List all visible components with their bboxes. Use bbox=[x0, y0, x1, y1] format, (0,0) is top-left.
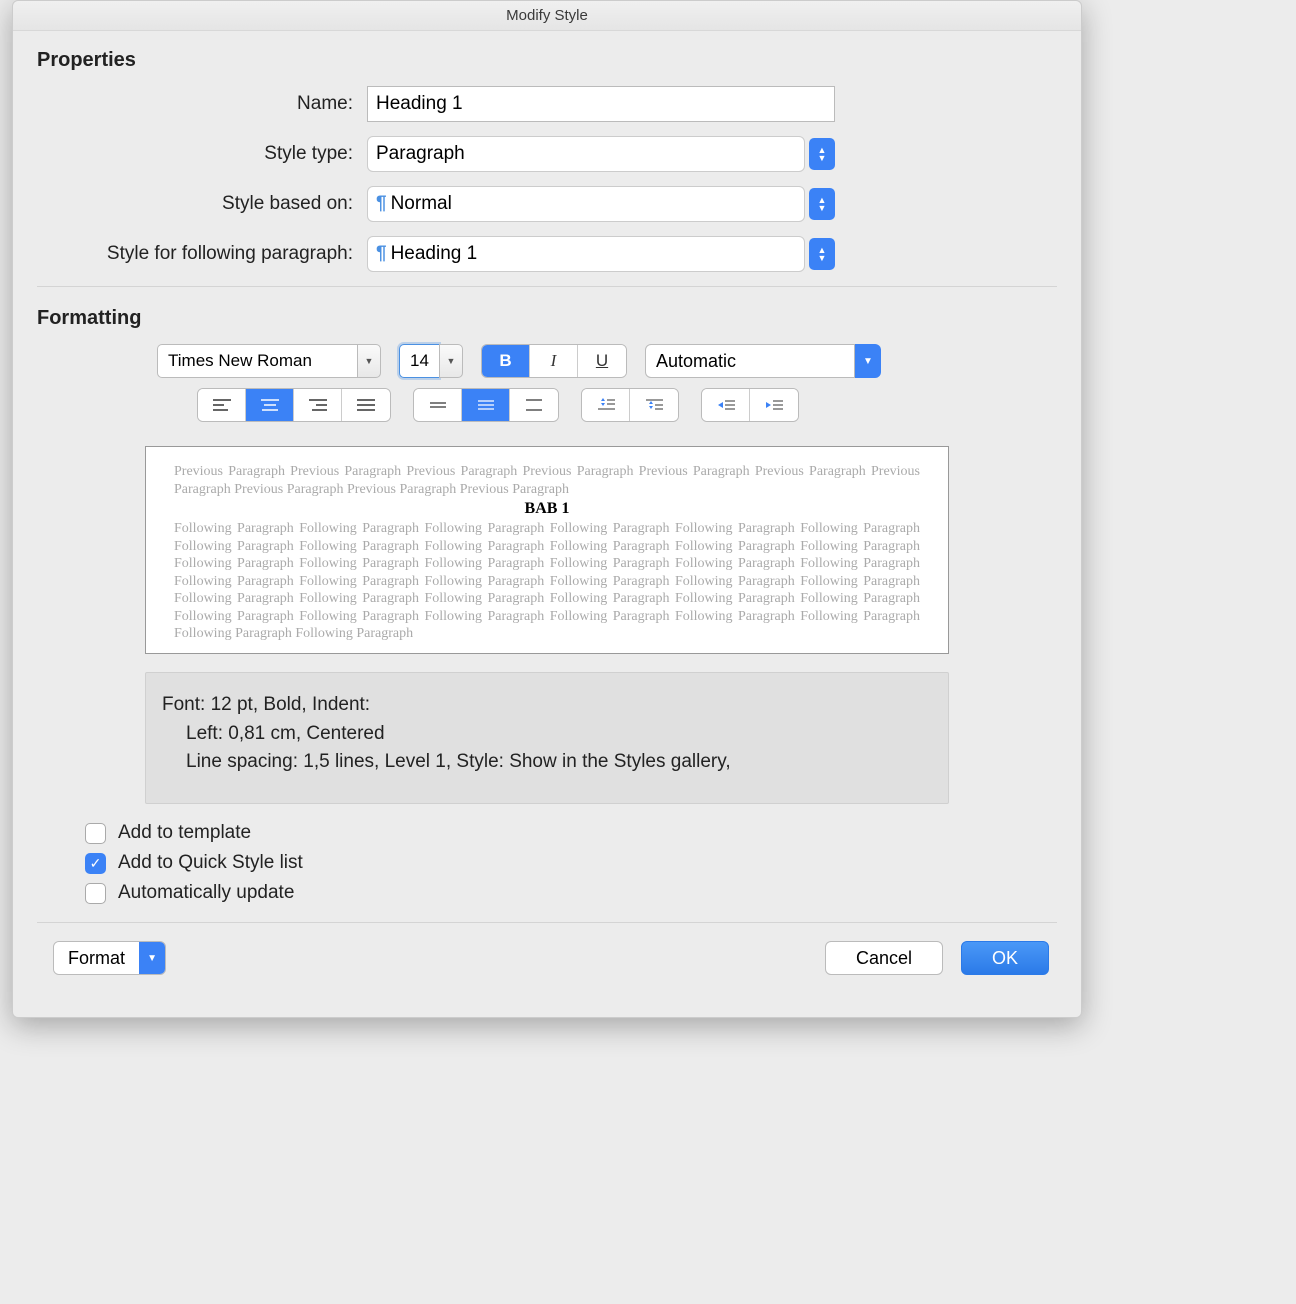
ok-button[interactable]: OK bbox=[961, 941, 1049, 975]
spacing-1.5-button[interactable] bbox=[462, 389, 510, 421]
chevron-down-icon bbox=[139, 942, 165, 974]
checkbox-icon bbox=[85, 883, 106, 904]
add-to-quick-style-checkbox[interactable]: Add to Quick Style list bbox=[85, 852, 1057, 874]
preview-following-text: Following Paragraph Following Paragraph … bbox=[174, 520, 920, 643]
font-style-group: B I U bbox=[481, 344, 627, 378]
add-to-template-label: Add to template bbox=[118, 822, 251, 844]
preview-box: Previous Paragraph Previous Paragraph Pr… bbox=[145, 446, 949, 654]
font-size-combo[interactable]: ▼ bbox=[399, 344, 463, 378]
preview-previous-text: Previous Paragraph Previous Paragraph Pr… bbox=[174, 463, 920, 498]
pilcrow-icon: ¶ bbox=[376, 193, 387, 215]
font-name-combo[interactable]: ▼ bbox=[157, 344, 381, 378]
desc-line-2: Left: 0,81 cm, Centered bbox=[162, 720, 932, 749]
style-based-on-label: Style based on: bbox=[37, 193, 367, 215]
spacing-2-button[interactable] bbox=[510, 389, 558, 421]
auto-update-label: Automatically update bbox=[118, 882, 294, 904]
add-to-template-checkbox[interactable]: Add to template bbox=[85, 822, 1057, 844]
font-color-value: Automatic bbox=[645, 344, 855, 378]
style-following-value: Heading 1 bbox=[391, 243, 478, 265]
stepper-icon bbox=[809, 138, 835, 170]
style-following-label: Style for following paragraph: bbox=[37, 243, 367, 265]
font-name-input[interactable] bbox=[157, 344, 357, 378]
checkbox-checked-icon bbox=[85, 853, 106, 874]
indent-group bbox=[701, 388, 799, 422]
align-justify-button[interactable] bbox=[342, 389, 390, 421]
style-type-select[interactable]: Paragraph bbox=[367, 136, 835, 172]
name-label: Name: bbox=[37, 93, 367, 115]
alignment-group bbox=[197, 388, 391, 422]
desc-line-1: Font: 12 pt, Bold, Indent: bbox=[162, 691, 932, 720]
align-left-button[interactable] bbox=[198, 389, 246, 421]
stepper-icon bbox=[809, 188, 835, 220]
properties-heading: Properties bbox=[37, 49, 1057, 72]
modify-style-dialog: Modify Style Properties Name: Style type… bbox=[12, 0, 1082, 1018]
style-based-on-value: Normal bbox=[391, 193, 452, 215]
desc-line-3: Line spacing: 1,5 lines, Level 1, Style:… bbox=[162, 748, 932, 777]
decrease-indent-button[interactable] bbox=[702, 389, 750, 421]
chevron-down-icon[interactable]: ▼ bbox=[357, 344, 381, 378]
window-title: Modify Style bbox=[13, 1, 1081, 31]
name-input[interactable] bbox=[367, 86, 835, 122]
checkbox-icon bbox=[85, 823, 106, 844]
format-dropdown-label: Format bbox=[54, 942, 139, 974]
style-following-select[interactable]: ¶Heading 1 bbox=[367, 236, 835, 272]
font-color-select[interactable]: Automatic bbox=[645, 344, 881, 378]
chevron-down-icon[interactable]: ▼ bbox=[439, 344, 463, 378]
cancel-button[interactable]: Cancel bbox=[825, 941, 943, 975]
chevron-down-icon bbox=[855, 344, 881, 378]
style-type-value: Paragraph bbox=[367, 136, 805, 172]
font-size-input[interactable] bbox=[399, 344, 439, 378]
align-right-button[interactable] bbox=[294, 389, 342, 421]
format-dropdown[interactable]: Format bbox=[53, 941, 166, 975]
preview-sample-text: BAB 1 bbox=[174, 500, 920, 518]
style-description: Font: 12 pt, Bold, Indent: Left: 0,81 cm… bbox=[145, 672, 949, 804]
style-type-label: Style type: bbox=[37, 143, 367, 165]
add-to-quick-style-label: Add to Quick Style list bbox=[118, 852, 303, 874]
align-center-button[interactable] bbox=[246, 389, 294, 421]
auto-update-checkbox[interactable]: Automatically update bbox=[85, 882, 1057, 904]
pilcrow-icon: ¶ bbox=[376, 243, 387, 265]
increase-indent-button[interactable] bbox=[750, 389, 798, 421]
line-spacing-group bbox=[413, 388, 559, 422]
space-after-button[interactable] bbox=[630, 389, 678, 421]
space-before-button[interactable] bbox=[582, 389, 630, 421]
formatting-heading: Formatting bbox=[37, 307, 1057, 330]
underline-button[interactable]: U bbox=[578, 345, 626, 377]
bold-button[interactable]: B bbox=[482, 345, 530, 377]
style-based-on-select[interactable]: ¶Normal bbox=[367, 186, 835, 222]
stepper-icon bbox=[809, 238, 835, 270]
spacing-1-button[interactable] bbox=[414, 389, 462, 421]
paragraph-spacing-group bbox=[581, 388, 679, 422]
italic-button[interactable]: I bbox=[530, 345, 578, 377]
